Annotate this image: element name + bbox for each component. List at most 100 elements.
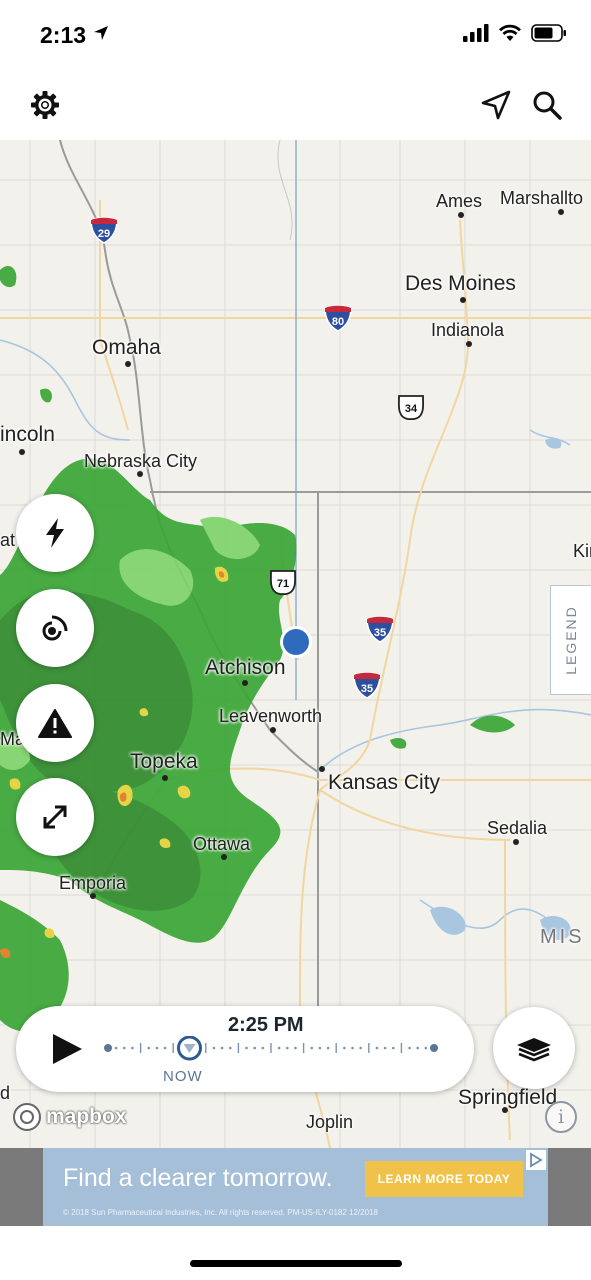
radar-timeline: 2:25 PM NOW: [16, 1006, 474, 1092]
timeline-dot: [343, 1046, 346, 1050]
shield-34-number: 34: [405, 403, 418, 415]
alerts-button[interactable]: [16, 684, 94, 762]
timeline-dot: [424, 1046, 428, 1050]
city-label-springfield: Springfield: [458, 1086, 558, 1109]
status-bar: 2:13: [0, 0, 591, 70]
ad-headline: Find a clearer tomorrow.: [63, 1164, 333, 1192]
city-label-indianola: Indianola: [431, 320, 505, 340]
timeline-dot: [326, 1046, 330, 1050]
my-location-button[interactable]: [478, 87, 514, 123]
state-label-missouri: MIS: [540, 926, 585, 948]
timeline-dot: [114, 1046, 118, 1050]
search-button[interactable]: [529, 87, 565, 123]
adchoices-button[interactable]: [526, 1150, 546, 1170]
shield-35a-number: 35: [374, 627, 386, 639]
home-indicator[interactable]: [190, 1260, 402, 1267]
timeline-dot: [391, 1046, 395, 1050]
city-label-omaha: Omaha: [92, 336, 161, 359]
timeline-dot: [123, 1046, 126, 1050]
interstate-shield-80: 80: [324, 305, 352, 332]
timeline-dot: [245, 1046, 248, 1050]
city-label-partial-at: at: [0, 530, 16, 550]
timeline-dot: [416, 1046, 420, 1050]
battery-icon: [531, 24, 566, 42]
timeline-dot: [147, 1046, 151, 1050]
timeline-dot: [318, 1046, 322, 1050]
timeline-dot: [310, 1046, 314, 1050]
shield-71-number: 71: [277, 578, 289, 590]
timeline-dot: [408, 1046, 411, 1050]
timeline-dot: [375, 1046, 379, 1050]
location-services-icon: [94, 26, 108, 40]
radar-signal-icon: [42, 615, 68, 641]
info-icon: i: [557, 1106, 565, 1128]
lightning-button[interactable]: [16, 494, 94, 572]
city-label-des-moines: Des Moines: [405, 272, 516, 295]
ad-creative[interactable]: Find a clearer tomorrow. LEARN MORE TODA…: [43, 1148, 548, 1226]
map-info-button[interactable]: i: [545, 1101, 577, 1133]
fullscreen-button[interactable]: [16, 778, 94, 856]
timeline-dot: [131, 1046, 134, 1050]
wifi-icon: [499, 24, 521, 41]
legend-label: LEGEND: [563, 605, 580, 675]
timeline-dot: [220, 1046, 224, 1050]
timeline-dot: [277, 1046, 281, 1050]
timeline-start-dot: [104, 1044, 112, 1052]
adchoices-icon: [530, 1152, 543, 1168]
cellular-signal-icon: [463, 24, 489, 42]
status-icons: [463, 24, 567, 42]
timeline-dot: [286, 1046, 289, 1050]
legend-tab[interactable]: LEGEND: [550, 585, 591, 695]
shield-35b-number: 35: [361, 683, 373, 695]
mapbox-icon: [13, 1103, 41, 1131]
shield-29-number: 29: [98, 228, 110, 240]
interstate-shield-29: 29: [90, 217, 118, 244]
city-label-sedalia: Sedalia: [487, 818, 548, 838]
city-label-topeka: Topeka: [130, 750, 198, 773]
expand-icon: [43, 805, 67, 829]
city-label-kansas-city: Kansas City: [328, 771, 441, 794]
shield-80-number: 80: [332, 316, 344, 328]
ad-fine-print: © 2018 Sun Pharmaceutical Industries, In…: [63, 1208, 378, 1217]
timeline-end-dot: [430, 1044, 438, 1052]
interstate-shield-35-south: 35: [353, 672, 381, 699]
city-label-lincoln: incoln: [0, 423, 55, 446]
city-label-ottawa: Ottawa: [193, 834, 251, 854]
status-time: 2:13: [40, 22, 87, 48]
city-label-joplin: Joplin: [306, 1112, 354, 1132]
top-toolbar: [0, 70, 591, 140]
timeline-dot: [359, 1046, 362, 1050]
timeline-scrubber[interactable]: [100, 1036, 442, 1062]
ad-cta-label: LEARN MORE TODAY: [377, 1172, 511, 1186]
radar-signal-button[interactable]: [16, 589, 94, 667]
settings-button[interactable]: [27, 87, 63, 123]
mapbox-wordmark: mapbox: [46, 1105, 127, 1128]
city-label-marshalltown: Marshallto: [500, 188, 584, 208]
us-route-shield-34: 34: [397, 395, 425, 421]
gear-icon: [31, 91, 59, 119]
mapbox-logo[interactable]: mapbox: [12, 1102, 127, 1132]
lightning-icon: [46, 518, 64, 548]
timeline-dot: [228, 1046, 232, 1050]
layers-button[interactable]: [493, 1007, 575, 1089]
city-label-leavenworth: Leavenworth: [219, 706, 323, 726]
city-label-ames: Ames: [436, 191, 483, 211]
magnifier-icon: [533, 91, 562, 120]
play-button[interactable]: [50, 1032, 84, 1071]
timeline-dot: [163, 1046, 167, 1050]
warning-icon: [38, 709, 72, 738]
ad-cta-button[interactable]: LEARN MORE TODAY: [365, 1161, 523, 1197]
city-label-nebraska-city: Nebraska City: [84, 451, 198, 471]
timeline-now-label: NOW: [163, 1068, 203, 1085]
city-label-kirksville: Kir: [573, 541, 591, 561]
interstate-shield-35-north: 35: [366, 616, 394, 643]
timeline-dot: [351, 1046, 354, 1050]
layers-icon: [517, 1038, 551, 1062]
timeline-dot: [294, 1046, 297, 1050]
timeline-dot: [212, 1046, 216, 1050]
play-icon: [53, 1034, 82, 1064]
ad-banner: Find a clearer tomorrow. LEARN MORE TODA…: [0, 1148, 591, 1226]
city-label-atchison: Atchison: [205, 656, 286, 679]
timeline-time: 2:25 PM: [228, 1014, 304, 1036]
city-label-partial-d: d: [0, 1083, 11, 1103]
